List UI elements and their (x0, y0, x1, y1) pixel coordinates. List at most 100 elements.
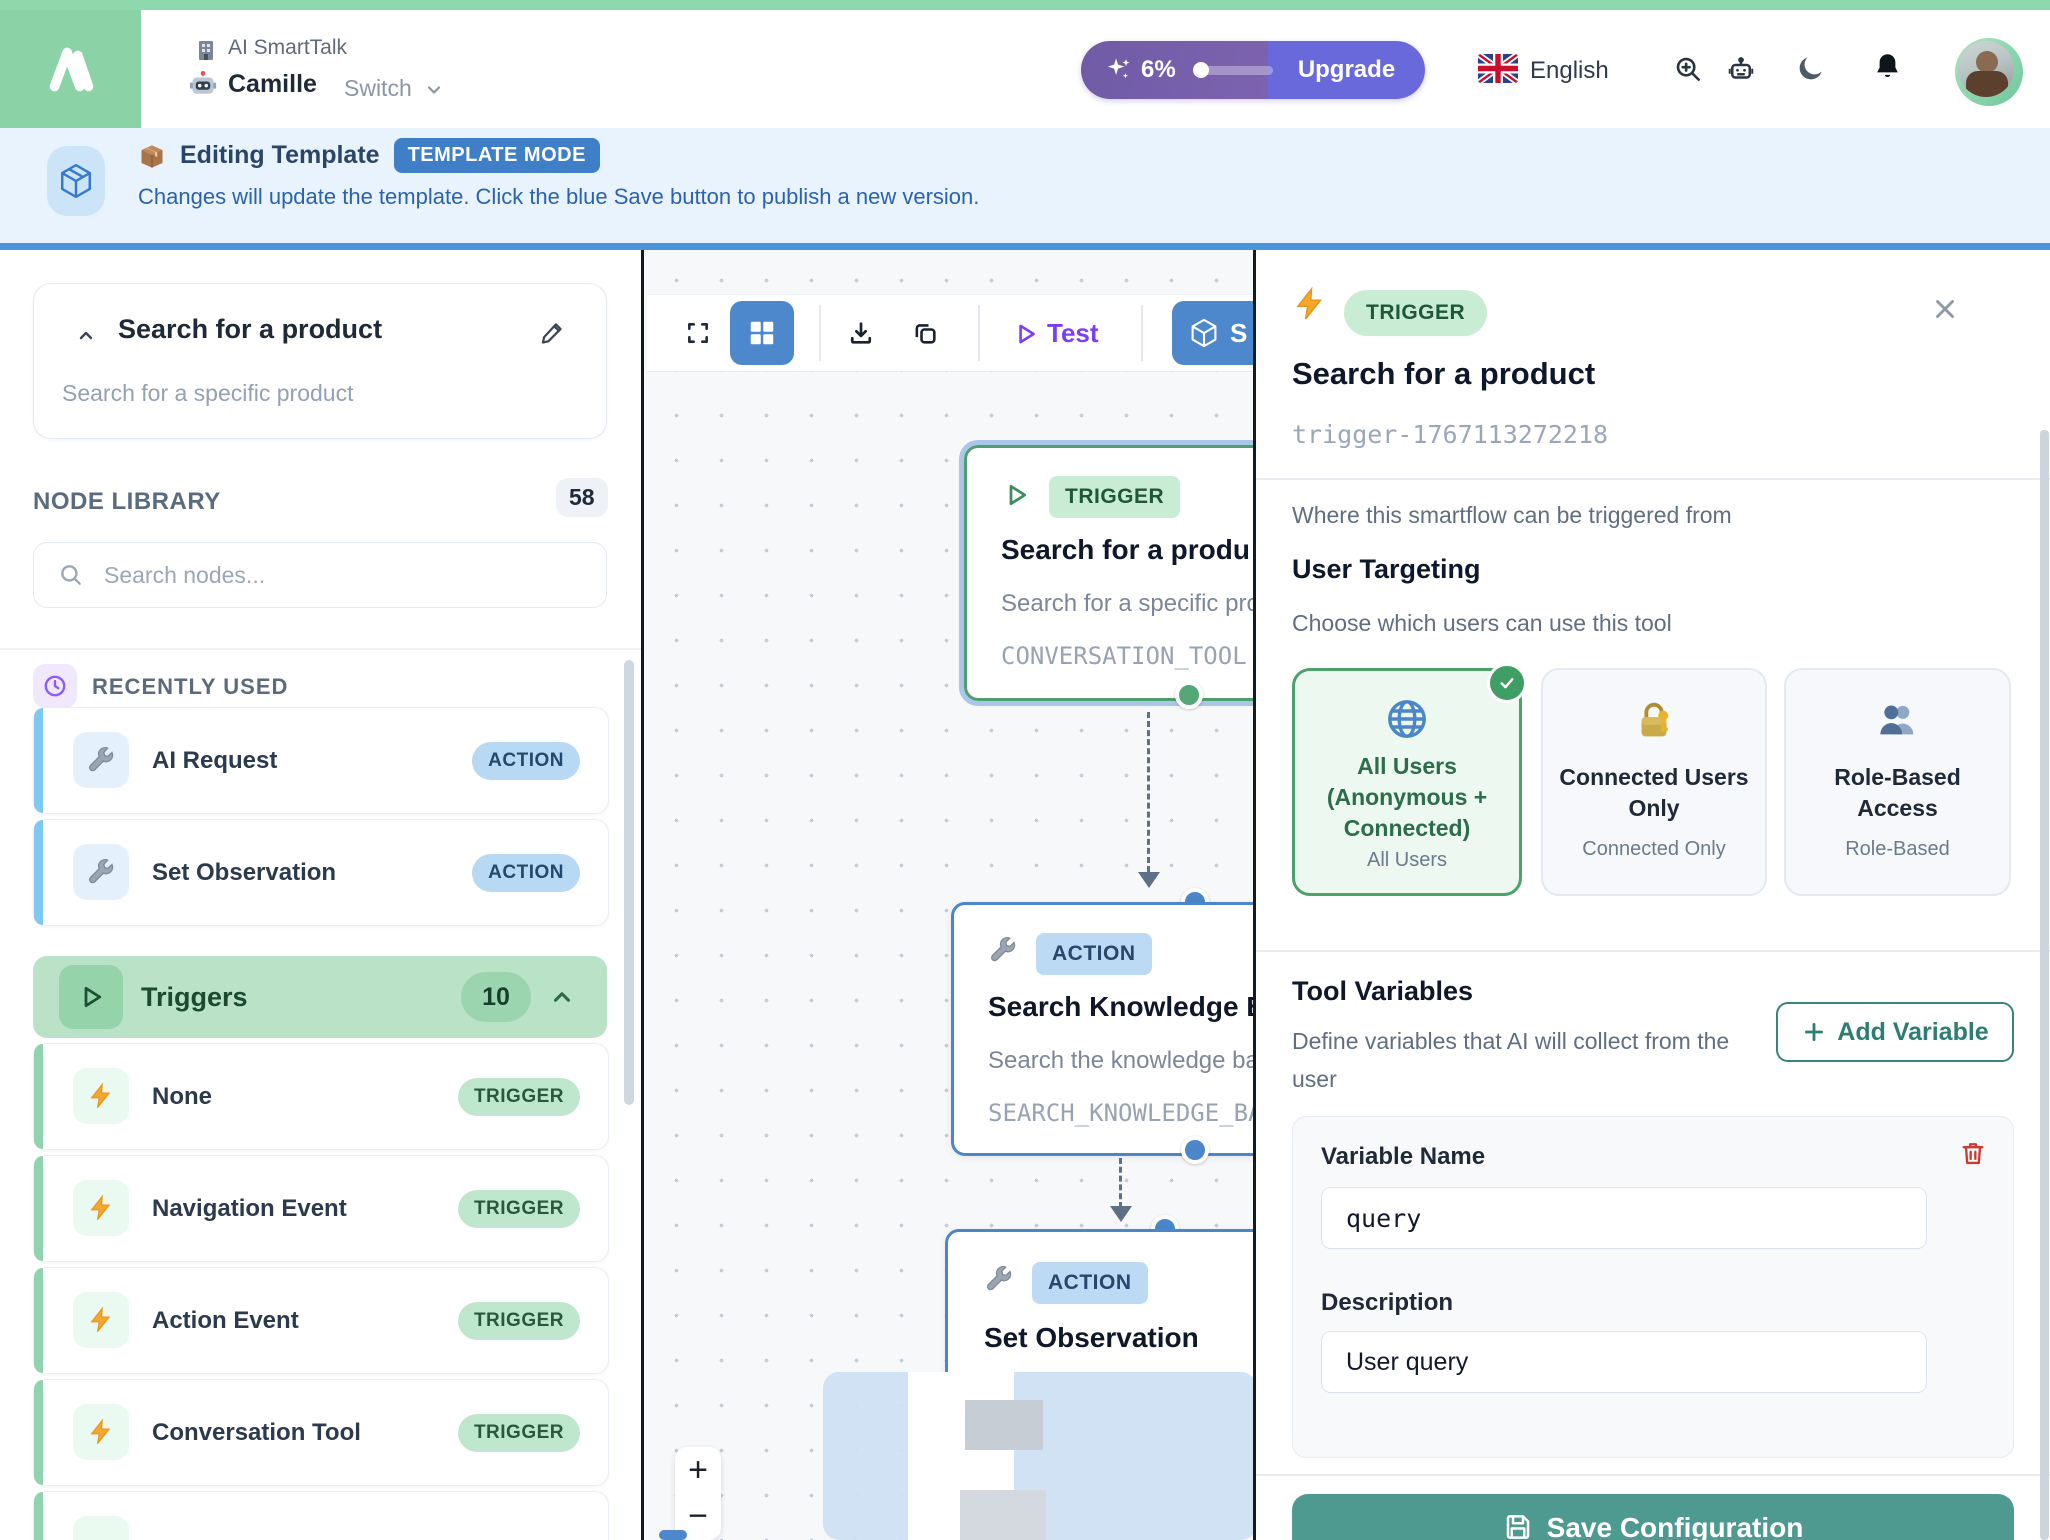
panel-scrollbar[interactable] (2040, 430, 2049, 1540)
app-logo[interactable] (0, 10, 141, 128)
trigger-config-panel: TRIGGER Search for a product trigger-176… (1253, 250, 2050, 1540)
minimap-node (960, 1490, 1046, 1540)
user-avatar[interactable] (1955, 38, 2023, 106)
sparkles-icon (1105, 55, 1133, 83)
node-search-box[interactable] (33, 542, 607, 608)
node-item-ai-request[interactable]: AI Request ACTION (33, 707, 609, 814)
clock-icon (33, 664, 77, 708)
cube-icon (1190, 318, 1218, 348)
notifications-bell-icon[interactable] (1872, 51, 1903, 82)
connector-handle[interactable] (1175, 681, 1203, 709)
canvas-scroll-thumb[interactable] (659, 1530, 687, 1540)
edge-arrow (1110, 1206, 1132, 1222)
assistant-robot-icon[interactable] (1726, 55, 1756, 85)
targeting-option-role-based[interactable]: Role-Based Access Role-Based (1784, 668, 2011, 896)
variable-description-input[interactable] (1321, 1331, 1927, 1393)
floppy-save-icon (1503, 1512, 1533, 1540)
variable-name-label: Variable Name (1321, 1143, 1485, 1171)
save-configuration-button[interactable]: Save Configuration (1292, 1494, 2014, 1540)
targeting-option-all-users[interactable]: All Users (Anonymous + Connected) All Us… (1292, 668, 1522, 896)
node-item-partial[interactable] (33, 1491, 609, 1540)
users-icon (1875, 698, 1921, 744)
flow-node-search-knowledge[interactable]: ACTION Search Knowledge B Search the kno… (951, 902, 1256, 1156)
node-item-conversation-tool[interactable]: Conversation Tool TRIGGER (33, 1379, 609, 1486)
flow-edge (1119, 1158, 1122, 1208)
app-title: AI SmartTalk (228, 36, 347, 60)
recently-used-heading: RECENTLY USED (92, 674, 288, 700)
toolbar-divider (978, 305, 980, 361)
node-type-badge: ACTION (1036, 933, 1152, 975)
lightning-icon (73, 1404, 129, 1460)
targeting-option-subtitle: All Users (1303, 849, 1511, 872)
add-variable-button[interactable]: Add Variable (1776, 1002, 2014, 1062)
layout-grid-button[interactable] (730, 301, 794, 365)
targeting-option-title: Role-Based Access (1794, 762, 2001, 824)
zoom-in-button[interactable]: + (675, 1447, 721, 1493)
dark-mode-moon-icon[interactable] (1796, 53, 1826, 83)
usage-section: 6% (1081, 41, 1268, 99)
targeting-option-subtitle: Connected Only (1551, 838, 1757, 861)
close-icon[interactable] (1930, 294, 1960, 324)
targeting-option-subtitle: Role-Based (1794, 838, 2001, 861)
triggers-group-header[interactable]: Triggers 10 (33, 956, 607, 1038)
lightning-icon (73, 1180, 129, 1236)
search-icon (58, 562, 84, 588)
fullscreen-icon[interactable] (685, 320, 711, 346)
test-button[interactable]: Test (1047, 295, 1099, 371)
node-item-label: Set Observation (152, 820, 336, 925)
search-input[interactable] (102, 561, 606, 590)
cube-icon (47, 146, 105, 216)
sidebar-scrollbar[interactable] (624, 660, 634, 1105)
edit-pencil-icon[interactable] (539, 318, 567, 346)
trash-icon[interactable] (1959, 1139, 1987, 1167)
language-selector[interactable]: English (1530, 57, 1609, 85)
node-item-navigation-event[interactable]: Navigation Event TRIGGER (33, 1155, 609, 1262)
node-item-label: Navigation Event (152, 1156, 347, 1261)
triggers-group-label: Triggers (141, 956, 248, 1038)
save-template-button[interactable]: S (1172, 301, 1256, 365)
robot-avatar-icon (188, 70, 218, 100)
node-item-none[interactable]: None TRIGGER (33, 1043, 609, 1150)
copy-icon[interactable] (911, 319, 939, 347)
canvas-minimap[interactable] (823, 1372, 1256, 1540)
flow-canvas[interactable]: Test S TRIGGER Search for a produ Search… (641, 250, 1256, 1540)
divider (1256, 1474, 2050, 1476)
upgrade-pill[interactable]: 6% Upgrade (1081, 41, 1425, 99)
wrench-icon (73, 844, 129, 900)
download-icon[interactable] (847, 319, 875, 347)
node-count-badge: 58 (556, 478, 608, 517)
plus-icon (1801, 1019, 1827, 1045)
node-item-set-observation[interactable]: Set Observation ACTION (33, 819, 609, 926)
node-item-label: AI Request (152, 708, 277, 813)
template-mode-banner: Editing Template TEMPLATE MODE Changes w… (0, 128, 2050, 250)
uk-flag-icon[interactable] (1478, 54, 1518, 83)
node-item-action-event[interactable]: Action Event TRIGGER (33, 1267, 609, 1374)
variable-name-input[interactable] (1321, 1187, 1927, 1249)
user-targeting-description: Choose which users can use this tool (1292, 610, 1672, 637)
save-template-label: S (1230, 318, 1247, 349)
minimap-node (965, 1400, 1043, 1450)
panel-type-badge: TRIGGER (1344, 290, 1487, 336)
collapse-chevron-up-icon[interactable] (74, 324, 98, 348)
targeting-option-connected-only[interactable]: Connected Users Only Connected Only (1541, 668, 1767, 896)
canvas-toolbar: Test S (647, 294, 1256, 372)
targeting-option-title: Connected Users Only (1551, 762, 1757, 824)
globe-icon (1383, 695, 1431, 743)
node-library-heading: NODE LIBRARY (33, 488, 221, 516)
usage-progress-track (1199, 66, 1273, 75)
upgrade-button[interactable]: Upgrade (1268, 41, 1425, 99)
user-targeting-heading: User Targeting (1292, 554, 1481, 585)
add-variable-label: Add Variable (1837, 1018, 1988, 1047)
flow-node-trigger[interactable]: TRIGGER Search for a produ Search for a … (964, 445, 1256, 701)
chevron-up-icon[interactable] (549, 984, 575, 1010)
switch-bot-button[interactable]: Switch (344, 75, 412, 102)
flow-summary-card[interactable]: Search for a product Search for a specif… (33, 283, 607, 439)
connector-handle[interactable] (1181, 1136, 1209, 1164)
trigger-id: trigger-1767113272218 (1292, 420, 1608, 449)
test-play-icon[interactable] (1013, 321, 1039, 347)
play-icon (59, 965, 123, 1029)
zoom-search-icon[interactable] (1673, 54, 1703, 84)
selected-check-icon (1487, 663, 1527, 703)
flow-description: Search for a specific product (62, 380, 353, 407)
chevron-down-icon[interactable] (424, 80, 444, 100)
